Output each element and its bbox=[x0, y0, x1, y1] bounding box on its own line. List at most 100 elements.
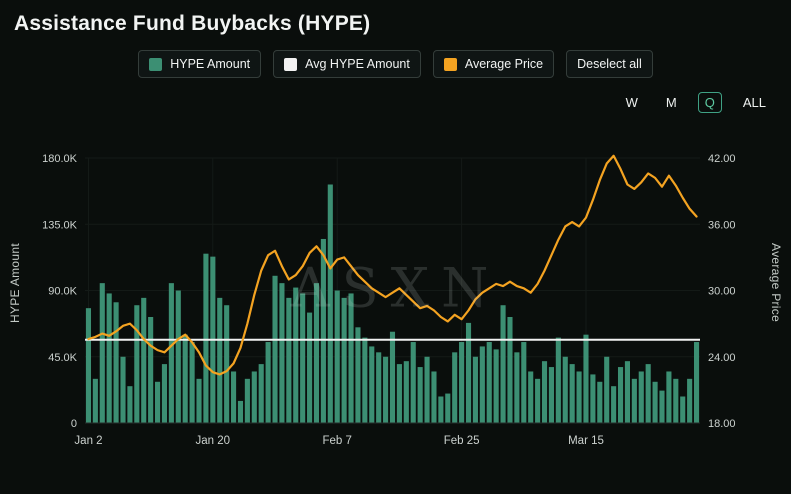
hype-amount-bar[interactable] bbox=[577, 371, 582, 423]
hype-amount-bar[interactable] bbox=[252, 371, 257, 423]
hype-amount-bar[interactable] bbox=[355, 327, 360, 423]
hype-amount-bar[interactable] bbox=[376, 352, 381, 423]
hype-amount-bar[interactable] bbox=[535, 379, 540, 423]
hype-amount-bar[interactable] bbox=[245, 379, 250, 423]
hype-amount-bar[interactable] bbox=[625, 361, 630, 423]
hype-amount-bar[interactable] bbox=[687, 379, 692, 423]
hype-amount-bar[interactable] bbox=[570, 364, 575, 423]
hype-amount-bar[interactable] bbox=[314, 283, 319, 423]
hype-amount-bar[interactable] bbox=[542, 361, 547, 423]
hype-amount-bar[interactable] bbox=[473, 357, 478, 423]
hype-amount-bar[interactable] bbox=[259, 364, 264, 423]
range-option-q[interactable]: Q bbox=[698, 92, 722, 113]
range-option-w[interactable]: W bbox=[619, 92, 645, 113]
hype-amount-bar[interactable] bbox=[293, 288, 298, 423]
legend-item-average-price[interactable]: Average Price bbox=[433, 50, 554, 78]
hype-amount-bar[interactable] bbox=[445, 394, 450, 423]
hype-amount-bar[interactable] bbox=[694, 342, 699, 423]
hype-amount-bar[interactable] bbox=[307, 313, 312, 423]
hype-amount-bar[interactable] bbox=[563, 357, 568, 423]
hype-amount-bar[interactable] bbox=[431, 371, 436, 423]
hype-amount-bar[interactable] bbox=[120, 357, 125, 423]
hype-amount-bar[interactable] bbox=[590, 374, 595, 423]
legend-item-avg-hype-amount[interactable]: Avg HYPE Amount bbox=[273, 50, 421, 78]
hype-amount-bar[interactable] bbox=[266, 342, 271, 423]
hype-amount-bar[interactable] bbox=[272, 276, 277, 423]
hype-amount-bar[interactable] bbox=[618, 367, 623, 423]
hype-amount-bar[interactable] bbox=[556, 338, 561, 423]
hype-amount-bar[interactable] bbox=[549, 367, 554, 423]
hype-amount-bar[interactable] bbox=[162, 364, 167, 423]
legend-item-hype-amount[interactable]: HYPE Amount bbox=[138, 50, 261, 78]
hype-amount-bar[interactable] bbox=[597, 382, 602, 423]
hype-amount-bar[interactable] bbox=[134, 305, 139, 423]
hype-amount-bar[interactable] bbox=[148, 317, 153, 423]
hype-amount-bar[interactable] bbox=[487, 342, 492, 423]
hype-amount-bar[interactable] bbox=[673, 379, 678, 423]
hype-amount-bar[interactable] bbox=[411, 342, 416, 423]
hype-amount-bar[interactable] bbox=[169, 283, 174, 423]
hype-amount-bar[interactable] bbox=[196, 379, 201, 423]
x-axis-tick-label: Feb 7 bbox=[322, 435, 351, 447]
hype-amount-bar[interactable] bbox=[300, 293, 305, 423]
hype-amount-bar[interactable] bbox=[466, 323, 471, 423]
hype-amount-bar[interactable] bbox=[452, 352, 457, 423]
hype-amount-bar[interactable] bbox=[583, 335, 588, 423]
hype-amount-bar[interactable] bbox=[328, 185, 333, 424]
hype-amount-bar[interactable] bbox=[86, 308, 91, 423]
hype-amount-bar[interactable] bbox=[231, 371, 236, 423]
range-option-all[interactable]: ALL bbox=[736, 92, 773, 113]
chart[interactable]: 045.0K90.0K135.0K180.0K18.0024.0030.0036… bbox=[0, 143, 791, 473]
deselect-all-button[interactable]: Deselect all bbox=[566, 50, 653, 78]
hype-amount-bar[interactable] bbox=[100, 283, 105, 423]
hype-amount-bar[interactable] bbox=[639, 371, 644, 423]
hype-amount-bar[interactable] bbox=[176, 291, 181, 424]
hype-amount-bar[interactable] bbox=[397, 364, 402, 423]
hype-amount-bar[interactable] bbox=[528, 371, 533, 423]
hype-amount-bar[interactable] bbox=[321, 239, 326, 423]
hype-amount-bar[interactable] bbox=[279, 283, 284, 423]
hype-amount-bar[interactable] bbox=[390, 332, 395, 423]
hype-amount-bar[interactable] bbox=[203, 254, 208, 423]
hype-amount-bar[interactable] bbox=[183, 335, 188, 423]
range-option-m[interactable]: M bbox=[659, 92, 684, 113]
hype-amount-bar[interactable] bbox=[190, 342, 195, 423]
hype-amount-bar[interactable] bbox=[335, 291, 340, 424]
hype-amount-bar[interactable] bbox=[604, 357, 609, 423]
hype-amount-bar[interactable] bbox=[404, 361, 409, 423]
hype-amount-bar[interactable] bbox=[659, 391, 664, 423]
hype-amount-bar[interactable] bbox=[459, 342, 464, 423]
hype-amount-bar[interactable] bbox=[286, 298, 291, 423]
hype-amount-bar[interactable] bbox=[114, 302, 119, 423]
hype-amount-bar[interactable] bbox=[224, 305, 229, 423]
hype-amount-bar[interactable] bbox=[217, 298, 222, 423]
hype-amount-bar[interactable] bbox=[632, 379, 637, 423]
hype-amount-bar[interactable] bbox=[514, 352, 519, 423]
hype-amount-bar[interactable] bbox=[480, 346, 485, 423]
page-title: Assistance Fund Buybacks (HYPE) bbox=[14, 12, 791, 36]
left-axis-tick-label: 180.0K bbox=[42, 153, 78, 165]
hype-amount-bar[interactable] bbox=[127, 386, 132, 423]
hype-amount-bar[interactable] bbox=[369, 346, 374, 423]
hype-amount-bar[interactable] bbox=[646, 364, 651, 423]
hype-amount-bar[interactable] bbox=[348, 293, 353, 423]
hype-amount-bar[interactable] bbox=[680, 397, 685, 424]
hype-amount-bar[interactable] bbox=[107, 293, 112, 423]
hype-amount-bar[interactable] bbox=[521, 342, 526, 423]
hype-amount-bar[interactable] bbox=[141, 298, 146, 423]
hype-amount-bar[interactable] bbox=[362, 338, 367, 423]
hype-amount-bar[interactable] bbox=[507, 317, 512, 423]
hype-amount-bar[interactable] bbox=[93, 379, 98, 423]
hype-amount-bar[interactable] bbox=[425, 357, 430, 423]
hype-amount-bar[interactable] bbox=[383, 357, 388, 423]
hype-amount-bar[interactable] bbox=[342, 298, 347, 423]
hype-amount-bar[interactable] bbox=[611, 386, 616, 423]
hype-amount-bar[interactable] bbox=[501, 305, 506, 423]
hype-amount-bar[interactable] bbox=[238, 401, 243, 423]
hype-amount-bar[interactable] bbox=[155, 382, 160, 423]
hype-amount-bar[interactable] bbox=[494, 349, 499, 423]
hype-amount-bar[interactable] bbox=[653, 382, 658, 423]
hype-amount-bar[interactable] bbox=[666, 371, 671, 423]
hype-amount-bar[interactable] bbox=[438, 397, 443, 424]
hype-amount-bar[interactable] bbox=[418, 367, 423, 423]
